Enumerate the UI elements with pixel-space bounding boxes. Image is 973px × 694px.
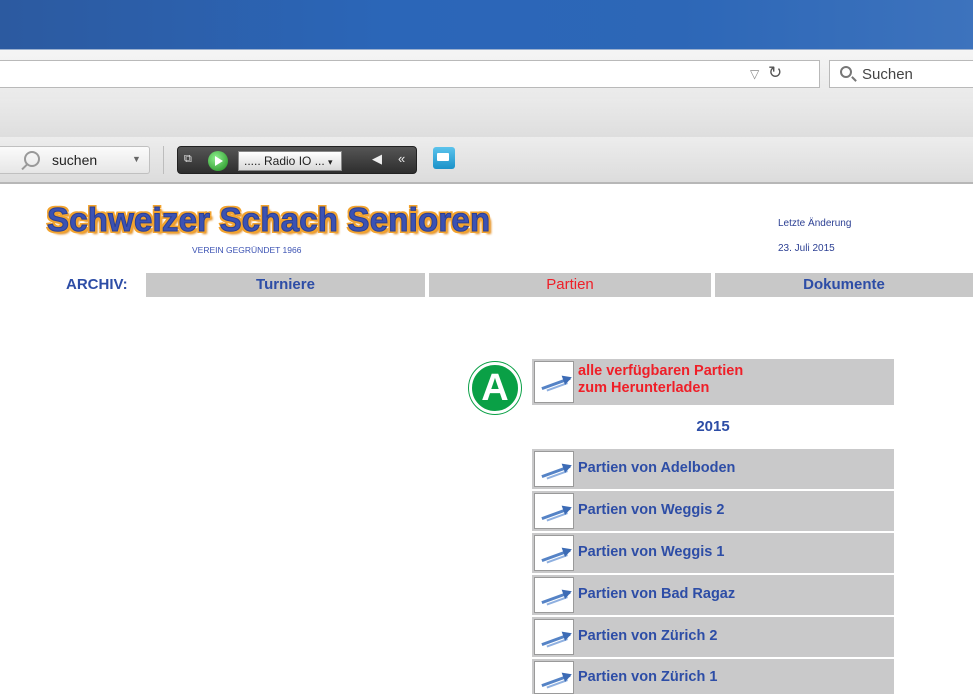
- last-change-date: 23. Juli 2015: [778, 243, 835, 254]
- bookmarks-bar: [0, 99, 973, 137]
- browser-search-box[interactable]: Suchen: [829, 60, 973, 88]
- site-title: Schweizer Schach Senioren: [46, 201, 491, 239]
- play-icon[interactable]: [208, 151, 228, 171]
- radio-station-select[interactable]: ..... Radio IO ... ▾: [238, 151, 342, 171]
- volume-icon[interactable]: ◀: [372, 152, 382, 167]
- search-icon: [840, 66, 852, 78]
- arrow-icon[interactable]: [534, 619, 574, 655]
- game-link[interactable]: Partien von Adelboden: [578, 460, 735, 476]
- nav-dokumente[interactable]: Dokumente: [715, 273, 973, 297]
- url-dropdown-icon[interactable]: ▽: [750, 67, 759, 81]
- toolbar-search-label: suchen: [52, 152, 98, 168]
- arrow-icon[interactable]: [534, 661, 574, 694]
- popout-icon[interactable]: ⧉: [184, 153, 192, 166]
- search-placeholder: Suchen: [862, 66, 913, 83]
- radio-player: ⧉ ..... Radio IO ... ▾ ◀ «: [177, 146, 417, 174]
- list-item[interactable]: Partien von Adelboden: [532, 449, 894, 489]
- rewind-button[interactable]: «: [398, 151, 405, 166]
- game-link[interactable]: Partien von Zürich 2: [578, 628, 717, 644]
- list-item[interactable]: Partien von Zürich 1: [532, 659, 894, 694]
- addon-toolbar: suchen ▼ ⧉ ..... Radio IO ... ▾ ◀ «: [0, 137, 973, 184]
- game-link[interactable]: Partien von Bad Ragaz: [578, 586, 735, 602]
- game-link[interactable]: Partien von Zürich 1: [578, 669, 717, 685]
- dropdown-arrow-icon[interactable]: ▼: [132, 154, 141, 164]
- toolbar-separator: [163, 146, 164, 174]
- reload-icon[interactable]: ↻: [768, 63, 782, 83]
- arrow-icon[interactable]: [534, 493, 574, 529]
- arrow-icon[interactable]: [534, 451, 574, 487]
- archive-label: ARCHIV:: [66, 276, 128, 293]
- download-all-row[interactable]: alle verfügbaren Partien zum Herunterlad…: [532, 359, 894, 405]
- list-item[interactable]: Partien von Weggis 2: [532, 491, 894, 531]
- arrow-icon[interactable]: [534, 535, 574, 571]
- site-subtitle: VEREIN GEGRÜNDET 1966: [192, 245, 302, 255]
- arrow-icon[interactable]: [534, 577, 574, 613]
- nav-partien[interactable]: Partien: [429, 273, 711, 297]
- game-link[interactable]: Partien von Weggis 2: [578, 502, 724, 518]
- navigation-bar: ▽ ↻ Suchen: [0, 49, 973, 99]
- nav-turniere[interactable]: Turniere: [146, 273, 425, 297]
- marker-badge: A: [469, 362, 521, 414]
- toolbar-search-button[interactable]: suchen ▼: [0, 146, 150, 174]
- mail-icon[interactable]: [433, 147, 455, 169]
- year-heading: 2015: [696, 418, 730, 435]
- list-item[interactable]: Partien von Weggis 1: [532, 533, 894, 573]
- list-item[interactable]: Partien von Zürich 2: [532, 617, 894, 657]
- window-title-bar: [0, 0, 973, 49]
- download-arrow-icon[interactable]: [534, 361, 574, 403]
- magnifier-icon: [24, 151, 40, 167]
- url-field[interactable]: ▽ ↻: [0, 60, 820, 88]
- game-link[interactable]: Partien von Weggis 1: [578, 544, 724, 560]
- list-item[interactable]: Partien von Bad Ragaz: [532, 575, 894, 615]
- download-all-link[interactable]: alle verfügbaren Partien zum Herunterlad…: [578, 363, 743, 397]
- last-change-label: Letzte Änderung: [778, 218, 852, 229]
